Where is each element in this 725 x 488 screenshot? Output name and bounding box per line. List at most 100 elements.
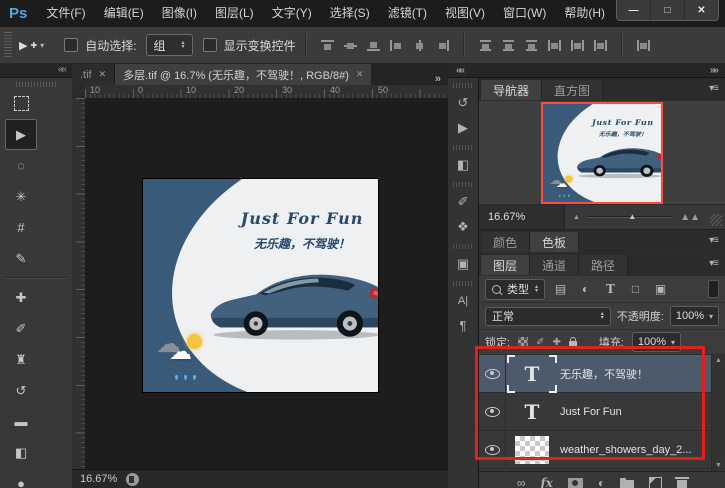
- filter-pixel-layers-icon[interactable]: ▤: [551, 282, 570, 296]
- layers-scrollbar[interactable]: ▲ ▼: [711, 355, 725, 471]
- lock-position-icon[interactable]: ✚: [552, 337, 560, 348]
- tab-paths[interactable]: 路径: [579, 255, 628, 275]
- expand-panels-icon[interactable]: ««: [456, 65, 463, 76]
- distribute-horizontal-centers-icon[interactable]: [570, 39, 585, 52]
- tool-presets-panel-icon[interactable]: ❖: [448, 214, 478, 239]
- panel-resize-grip[interactable]: [710, 214, 722, 226]
- strip-grip[interactable]: [453, 83, 473, 88]
- crop-tool[interactable]: #: [5, 212, 37, 243]
- layer-thumbnail[interactable]: T: [515, 398, 549, 426]
- align-left-edges-icon[interactable]: [389, 39, 404, 52]
- scroll-up-icon[interactable]: ▲: [715, 357, 722, 364]
- menu-file[interactable]: 文件(F): [37, 0, 94, 27]
- tab-histogram[interactable]: 直方图: [542, 80, 603, 100]
- tools-grip[interactable]: [16, 82, 56, 87]
- paragraph-panel-icon[interactable]: ¶: [448, 313, 478, 338]
- character-panel-icon[interactable]: A|: [448, 288, 478, 313]
- auto-select-target-dropdown[interactable]: 组 ▴▾: [146, 34, 193, 56]
- distribute-right-edges-icon[interactable]: [593, 39, 608, 52]
- align-vertical-centers-icon[interactable]: [343, 39, 358, 52]
- tab-navigator[interactable]: 导航器: [481, 80, 542, 100]
- panel-menu-icon[interactable]: ▾≡: [709, 258, 718, 269]
- menu-edit[interactable]: 编辑(E): [95, 0, 153, 27]
- clone-stamp-tool[interactable]: ♜: [5, 344, 37, 375]
- minimize-button[interactable]: —: [617, 0, 651, 20]
- lasso-tool[interactable]: ◌: [5, 150, 37, 181]
- menu-window[interactable]: 窗口(W): [494, 0, 555, 27]
- distribute-top-edges-icon[interactable]: [478, 39, 493, 52]
- maximize-button[interactable]: □: [651, 0, 685, 20]
- actions-panel-icon[interactable]: ▶: [448, 115, 478, 140]
- eraser-tool[interactable]: ▬: [5, 406, 37, 437]
- status-zoom-level[interactable]: 16.67%: [80, 473, 117, 485]
- current-tool-preset[interactable]: ▶ ✚ ▾: [19, 39, 44, 52]
- link-layers-icon[interactable]: ∞: [517, 477, 526, 488]
- rectangular-marquee-tool[interactable]: [5, 88, 37, 119]
- menu-select[interactable]: 选择(S): [321, 0, 379, 27]
- background-document-tab[interactable]: .tif ✕: [72, 64, 115, 85]
- new-layer-icon[interactable]: [649, 477, 662, 488]
- distribute-left-edges-icon[interactable]: [547, 39, 562, 52]
- zoom-slider-thumb[interactable]: ▲: [628, 212, 636, 221]
- options-grip[interactable]: [4, 32, 12, 58]
- menu-type[interactable]: 文字(Y): [263, 0, 321, 27]
- brush-presets-panel-icon[interactable]: ✐: [448, 189, 478, 214]
- layer-row-text-en[interactable]: T Just For Fun: [479, 393, 725, 431]
- layer-filter-type-dropdown[interactable]: 类型 ▴▾: [485, 279, 545, 300]
- add-layer-mask-icon[interactable]: [568, 478, 583, 488]
- layer-name[interactable]: 无乐趣，不驾驶！: [560, 366, 648, 382]
- delete-layer-icon[interactable]: [677, 480, 687, 488]
- show-transform-checkbox[interactable]: [203, 38, 217, 52]
- align-bottom-edges-icon[interactable]: [366, 39, 381, 52]
- eyedropper-tool[interactable]: ✎: [5, 243, 37, 274]
- visibility-toggle[interactable]: [479, 393, 506, 430]
- menu-help[interactable]: 帮助(H): [555, 0, 614, 27]
- tab-overflow-icon[interactable]: »: [427, 73, 448, 85]
- strip-grip[interactable]: [453, 281, 473, 286]
- collapse-panels-icon[interactable]: »»: [710, 65, 717, 76]
- layer-row-weather[interactable]: weather_showers_day_2...: [479, 431, 725, 469]
- zoom-out-icon[interactable]: ▲: [565, 214, 588, 221]
- align-horizontal-centers-icon[interactable]: [412, 39, 427, 52]
- align-top-edges-icon[interactable]: [320, 39, 335, 52]
- canvas-viewport[interactable]: Just For Fun 无乐趣，不驾驶！ ☁ ☁: [85, 98, 448, 470]
- layer-filtering-toggle[interactable]: [708, 280, 719, 298]
- distribute-spacing-icon[interactable]: [636, 39, 651, 52]
- history-panel-icon[interactable]: ↺: [448, 90, 478, 115]
- close-tab-icon[interactable]: ✕: [99, 69, 107, 80]
- filter-type-layers-icon[interactable]: T: [601, 282, 620, 296]
- lock-all-icon[interactable]: [569, 341, 577, 347]
- status-document-icon[interactable]: [126, 473, 139, 486]
- lock-transparent-pixels-icon[interactable]: [518, 337, 528, 347]
- visibility-toggle[interactable]: [479, 355, 506, 392]
- filter-adjustment-layers-icon[interactable]: ◐: [576, 282, 595, 296]
- spot-healing-tool[interactable]: ✚: [5, 282, 37, 313]
- fill-dropdown[interactable]: 100% ▾: [632, 332, 681, 352]
- filter-shape-layers-icon[interactable]: □: [626, 282, 645, 296]
- layer-style-fx-icon[interactable]: fx: [540, 477, 552, 488]
- layer-row-text-zh[interactable]: T 无乐趣，不驾驶！: [479, 355, 725, 393]
- strip-grip[interactable]: [453, 182, 473, 187]
- blend-mode-dropdown[interactable]: 正常 ▴▾: [485, 307, 611, 326]
- magic-wand-tool[interactable]: ✳: [5, 181, 37, 212]
- filter-smart-objects-icon[interactable]: ▣: [651, 282, 670, 296]
- align-right-edges-icon[interactable]: [435, 39, 450, 52]
- menu-view[interactable]: 视图(V): [436, 0, 494, 27]
- distribute-bottom-edges-icon[interactable]: [524, 39, 539, 52]
- tab-color[interactable]: 颜色: [481, 232, 530, 252]
- navigator-zoom-value[interactable]: 16.67%: [479, 205, 565, 229]
- strip-grip[interactable]: [453, 244, 473, 249]
- layer-name[interactable]: weather_showers_day_2...: [560, 444, 691, 456]
- clone-source-panel-icon[interactable]: ▣: [448, 251, 478, 276]
- layer-name[interactable]: Just For Fun: [560, 406, 622, 418]
- tab-channels[interactable]: 通道: [530, 255, 579, 275]
- zoom-in-icon[interactable]: ▲▲: [672, 212, 708, 223]
- document-canvas[interactable]: Just For Fun 无乐趣，不驾驶！ ☁ ☁: [143, 179, 378, 392]
- zoom-slider[interactable]: ▲: [588, 216, 672, 218]
- close-tab-icon[interactable]: ✕: [356, 69, 364, 80]
- auto-select-checkbox[interactable]: [64, 38, 78, 52]
- visibility-toggle[interactable]: [479, 431, 506, 468]
- opacity-dropdown[interactable]: 100% ▾: [670, 306, 719, 326]
- move-tool[interactable]: ▶: [5, 119, 37, 150]
- navigator-proxy-view[interactable]: Just For Fun 无乐趣，不驾驶！ ☁ ☁: [541, 102, 663, 204]
